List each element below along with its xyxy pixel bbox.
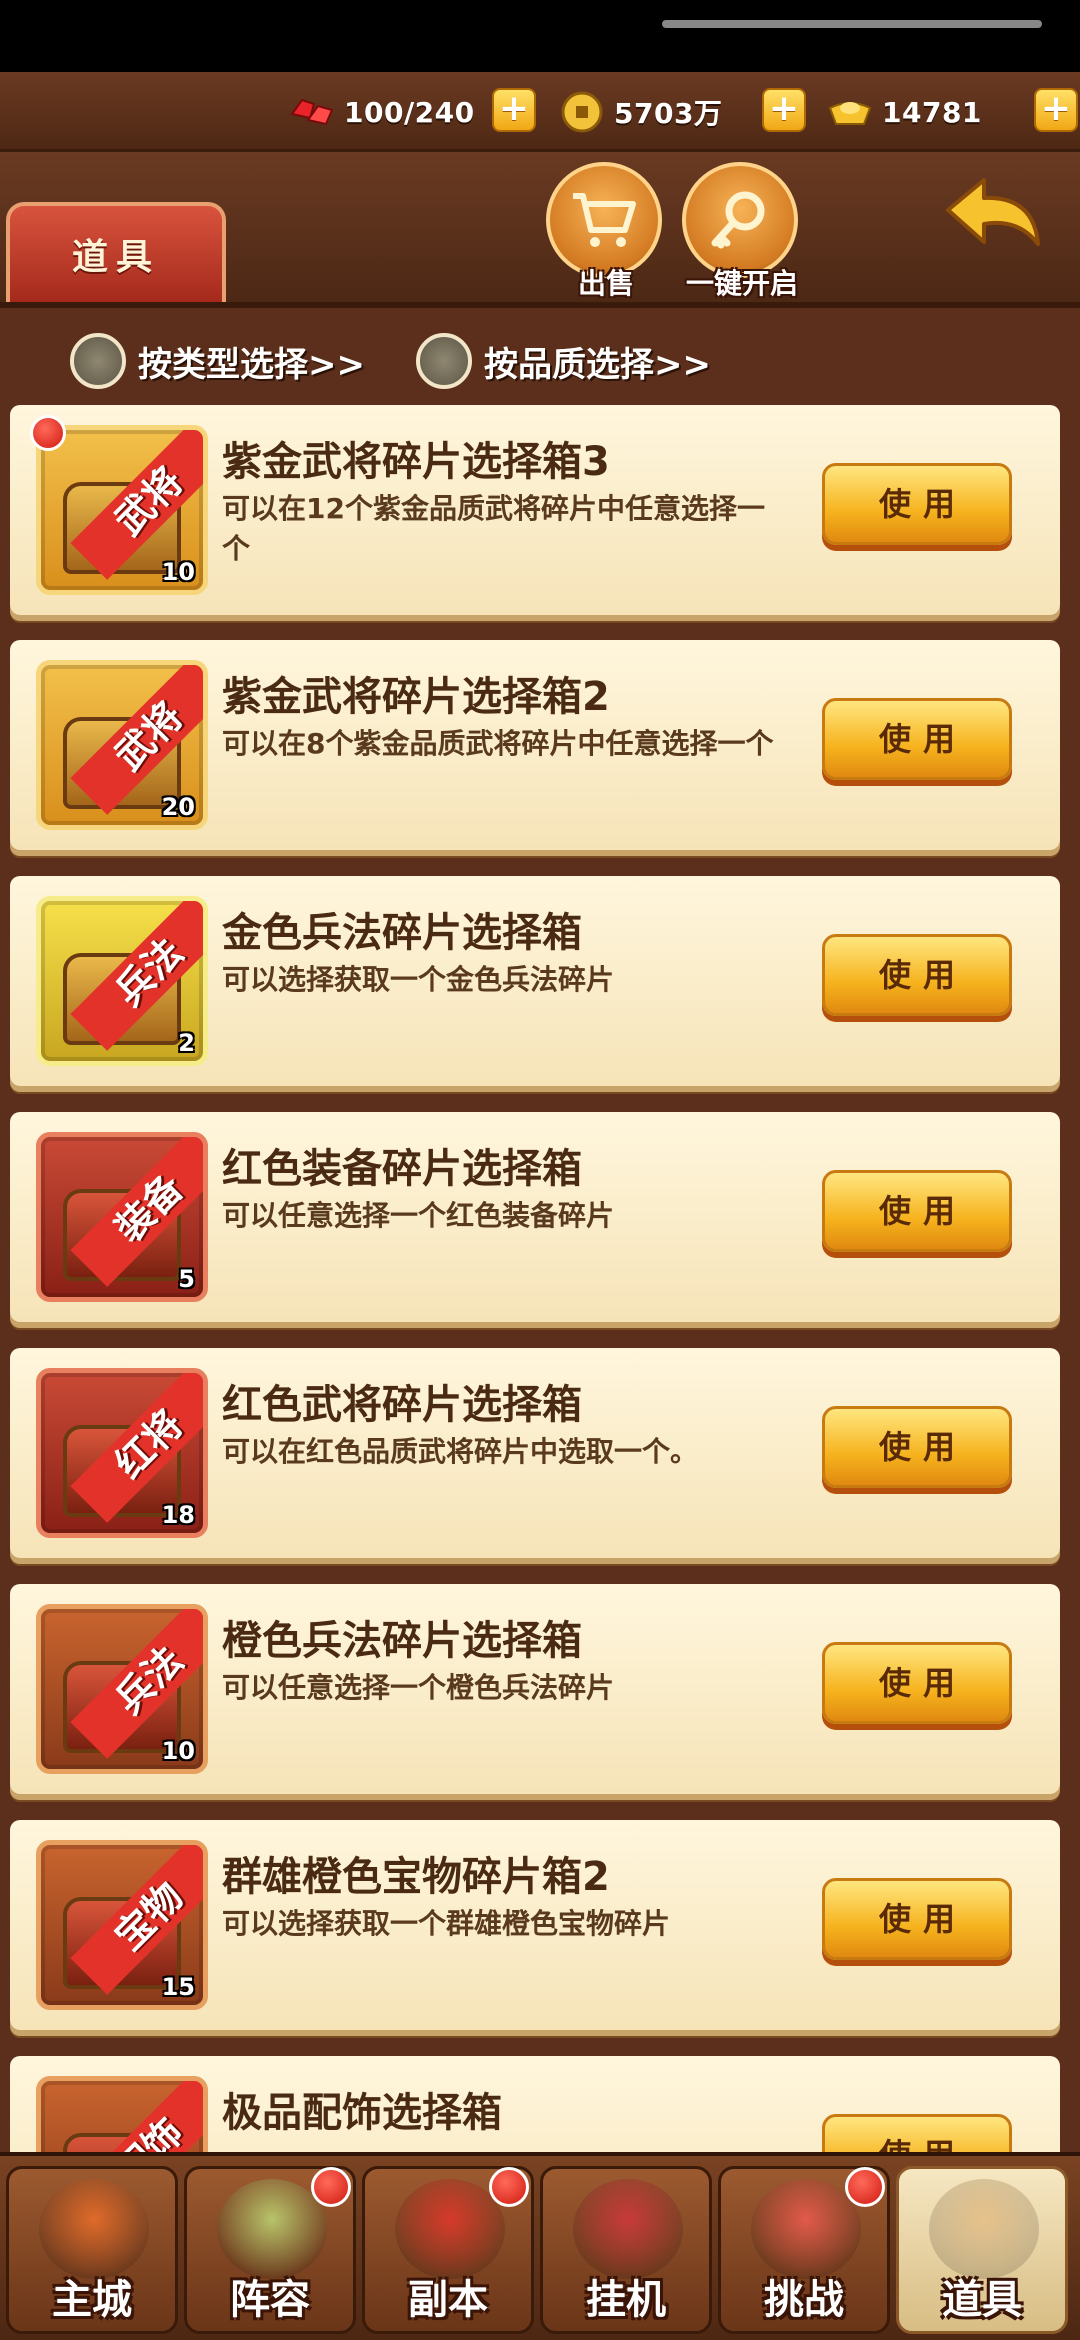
nav-label: 阵容: [230, 2277, 310, 2323]
item-name: 橙色兵法碎片选择箱: [222, 1618, 582, 1664]
new-dot-icon: [30, 415, 66, 451]
stamina-icon: [288, 92, 336, 132]
use-button[interactable]: 使用: [822, 463, 1012, 545]
ingot-value: 14781: [882, 95, 982, 129]
status-bar: [0, 0, 1080, 72]
item-description: 可以任意选择一个红色装备碎片: [222, 1199, 615, 1232]
item-icon[interactable]: 装备 5: [36, 1132, 208, 1302]
item-count: 10: [161, 558, 195, 586]
use-button[interactable]: 使用: [822, 698, 1012, 780]
notification-dot-icon: [845, 2167, 885, 2207]
item-count: 5: [178, 1265, 195, 1293]
item-description: 可以在12个紫金品质武将碎片中任意选择一个: [222, 492, 765, 565]
gold-ingot-icon: [826, 92, 874, 132]
stamina-resource: 100/240: [288, 86, 475, 138]
coin-value: 5703万: [614, 97, 723, 130]
item-icon[interactable]: 红将 18: [36, 1368, 208, 1538]
item-description: 可以任意选择一个橙色兵法碎片: [222, 1671, 615, 1704]
key-icon: [682, 162, 798, 278]
coin-icon: [558, 91, 606, 133]
filter-by-quality[interactable]: 按品质选择>>: [416, 326, 711, 396]
item-name: 群雄橙色宝物碎片箱2: [222, 1854, 610, 1900]
item-count: 15: [161, 1973, 195, 2001]
item-card[interactable]: 兵法 2 金色兵法碎片选择箱 可以选择获取一个金色兵法碎片 使用: [10, 876, 1060, 1086]
add-stamina-button[interactable]: +: [492, 88, 536, 132]
item-card[interactable]: 装备 5 红色装备碎片选择箱 可以任意选择一个红色装备碎片 使用: [10, 1112, 1060, 1322]
nav-item[interactable]: 阵容: [184, 2166, 356, 2334]
use-button[interactable]: 使用: [822, 1878, 1012, 1960]
item-card[interactable]: 武将 20 紫金武将碎片选择箱2 可以在8个紫金品质武将碎片中任意选择一个 使用: [10, 640, 1060, 850]
item-description: 可以选择获取一个金色兵法碎片: [222, 963, 615, 996]
quality-radio[interactable]: [416, 333, 472, 389]
open-all-button[interactable]: 一键开启: [682, 162, 802, 300]
item-count: 10: [161, 1737, 195, 1765]
nav-label: 挑战: [764, 2277, 844, 2323]
idle-icon: [573, 2179, 683, 2279]
notification-dot-icon: [311, 2167, 351, 2207]
cart-icon: [546, 162, 662, 278]
type-radio[interactable]: [70, 333, 126, 389]
add-ingots-button[interactable]: +: [1034, 88, 1078, 132]
use-button[interactable]: 使用: [822, 1170, 1012, 1252]
bag-icon: [929, 2179, 1039, 2279]
notification-dot-icon: [489, 2167, 529, 2207]
back-button[interactable]: [938, 172, 1048, 262]
resource-bar: 100/240 + 5703万 + 14781 +: [0, 72, 1080, 152]
inventory-header: 道具 出售 一键开启: [0, 152, 1080, 302]
nav-item[interactable]: 道具: [896, 2166, 1068, 2334]
item-icon[interactable]: 武将 10: [36, 425, 208, 595]
challenge-icon: [751, 2179, 861, 2279]
castle-icon: [39, 2179, 149, 2279]
back-arrow-icon: [946, 178, 1040, 246]
item-count: 18: [161, 1501, 195, 1529]
nav-label: 道具: [942, 2277, 1022, 2323]
nav-item[interactable]: 挂机: [540, 2166, 712, 2334]
item-name: 紫金武将碎片选择箱3: [222, 439, 610, 485]
item-description: 可以在红色品质武将碎片中选取一个。: [222, 1435, 699, 1468]
item-card[interactable]: 武将 10 紫金武将碎片选择箱3 可以在12个紫金品质武将碎片中任意选择一个 使…: [10, 405, 1060, 615]
nav-label: 副本: [408, 2277, 488, 2323]
item-icon[interactable]: 宝物 15: [36, 1840, 208, 2010]
item-name: 极品配饰选择箱: [222, 2090, 502, 2136]
item-card[interactable]: 红将 18 红色武将碎片选择箱 可以在红色品质武将碎片中选取一个。 使用: [10, 1348, 1060, 1558]
lineup-icon: [217, 2179, 327, 2279]
filter-by-type[interactable]: 按类型选择>>: [70, 326, 365, 396]
item-count: 20: [161, 793, 195, 821]
use-button[interactable]: 使用: [822, 934, 1012, 1016]
filter-by-quality-label: 按品质选择>>: [484, 344, 711, 385]
use-button[interactable]: 使用: [822, 1642, 1012, 1724]
item-card[interactable]: 兵法 10 橙色兵法碎片选择箱 可以任意选择一个橙色兵法碎片 使用: [10, 1584, 1060, 1794]
item-description: 可以选择获取一个群雄橙色宝物碎片: [222, 1907, 671, 1940]
item-count: 2: [178, 1029, 195, 1057]
item-icon[interactable]: 武将 20: [36, 660, 208, 830]
home-indicator: [662, 20, 1042, 28]
dungeon-icon: [395, 2179, 505, 2279]
nav-item[interactable]: 挑战: [718, 2166, 890, 2334]
nav-label: 挂机: [586, 2277, 666, 2323]
filter-by-type-label: 按类型选择>>: [138, 344, 365, 385]
item-description: 可以在8个紫金品质武将碎片中任意选择一个: [222, 727, 774, 760]
items-tab[interactable]: 道具: [6, 202, 226, 302]
coin-resource: 5703万: [558, 86, 722, 138]
nav-label: 主城: [52, 2277, 132, 2323]
item-name: 金色兵法碎片选择箱: [222, 910, 582, 956]
item-name: 紫金武将碎片选择箱2: [222, 674, 610, 720]
bottom-nav: 主城 阵容 副本 挂机 挑战 道具: [0, 2152, 1080, 2340]
sell-button[interactable]: 出售: [546, 162, 666, 300]
item-icon[interactable]: 兵法 10: [36, 1604, 208, 1774]
item-icon[interactable]: 兵法 2: [36, 896, 208, 1066]
nav-item[interactable]: 副本: [362, 2166, 534, 2334]
item-name: 红色装备碎片选择箱: [222, 1146, 582, 1192]
use-button[interactable]: 使用: [822, 1406, 1012, 1488]
item-name: 红色武将碎片选择箱: [222, 1382, 582, 1428]
item-card[interactable]: 宝物 15 群雄橙色宝物碎片箱2 可以选择获取一个群雄橙色宝物碎片 使用: [10, 1820, 1060, 2030]
open-all-label: 一键开启: [685, 267, 798, 300]
stamina-value: 100/240: [344, 95, 475, 129]
add-coins-button[interactable]: +: [762, 88, 806, 132]
ingot-resource: 14781: [826, 86, 982, 138]
nav-item[interactable]: 主城: [6, 2166, 178, 2334]
